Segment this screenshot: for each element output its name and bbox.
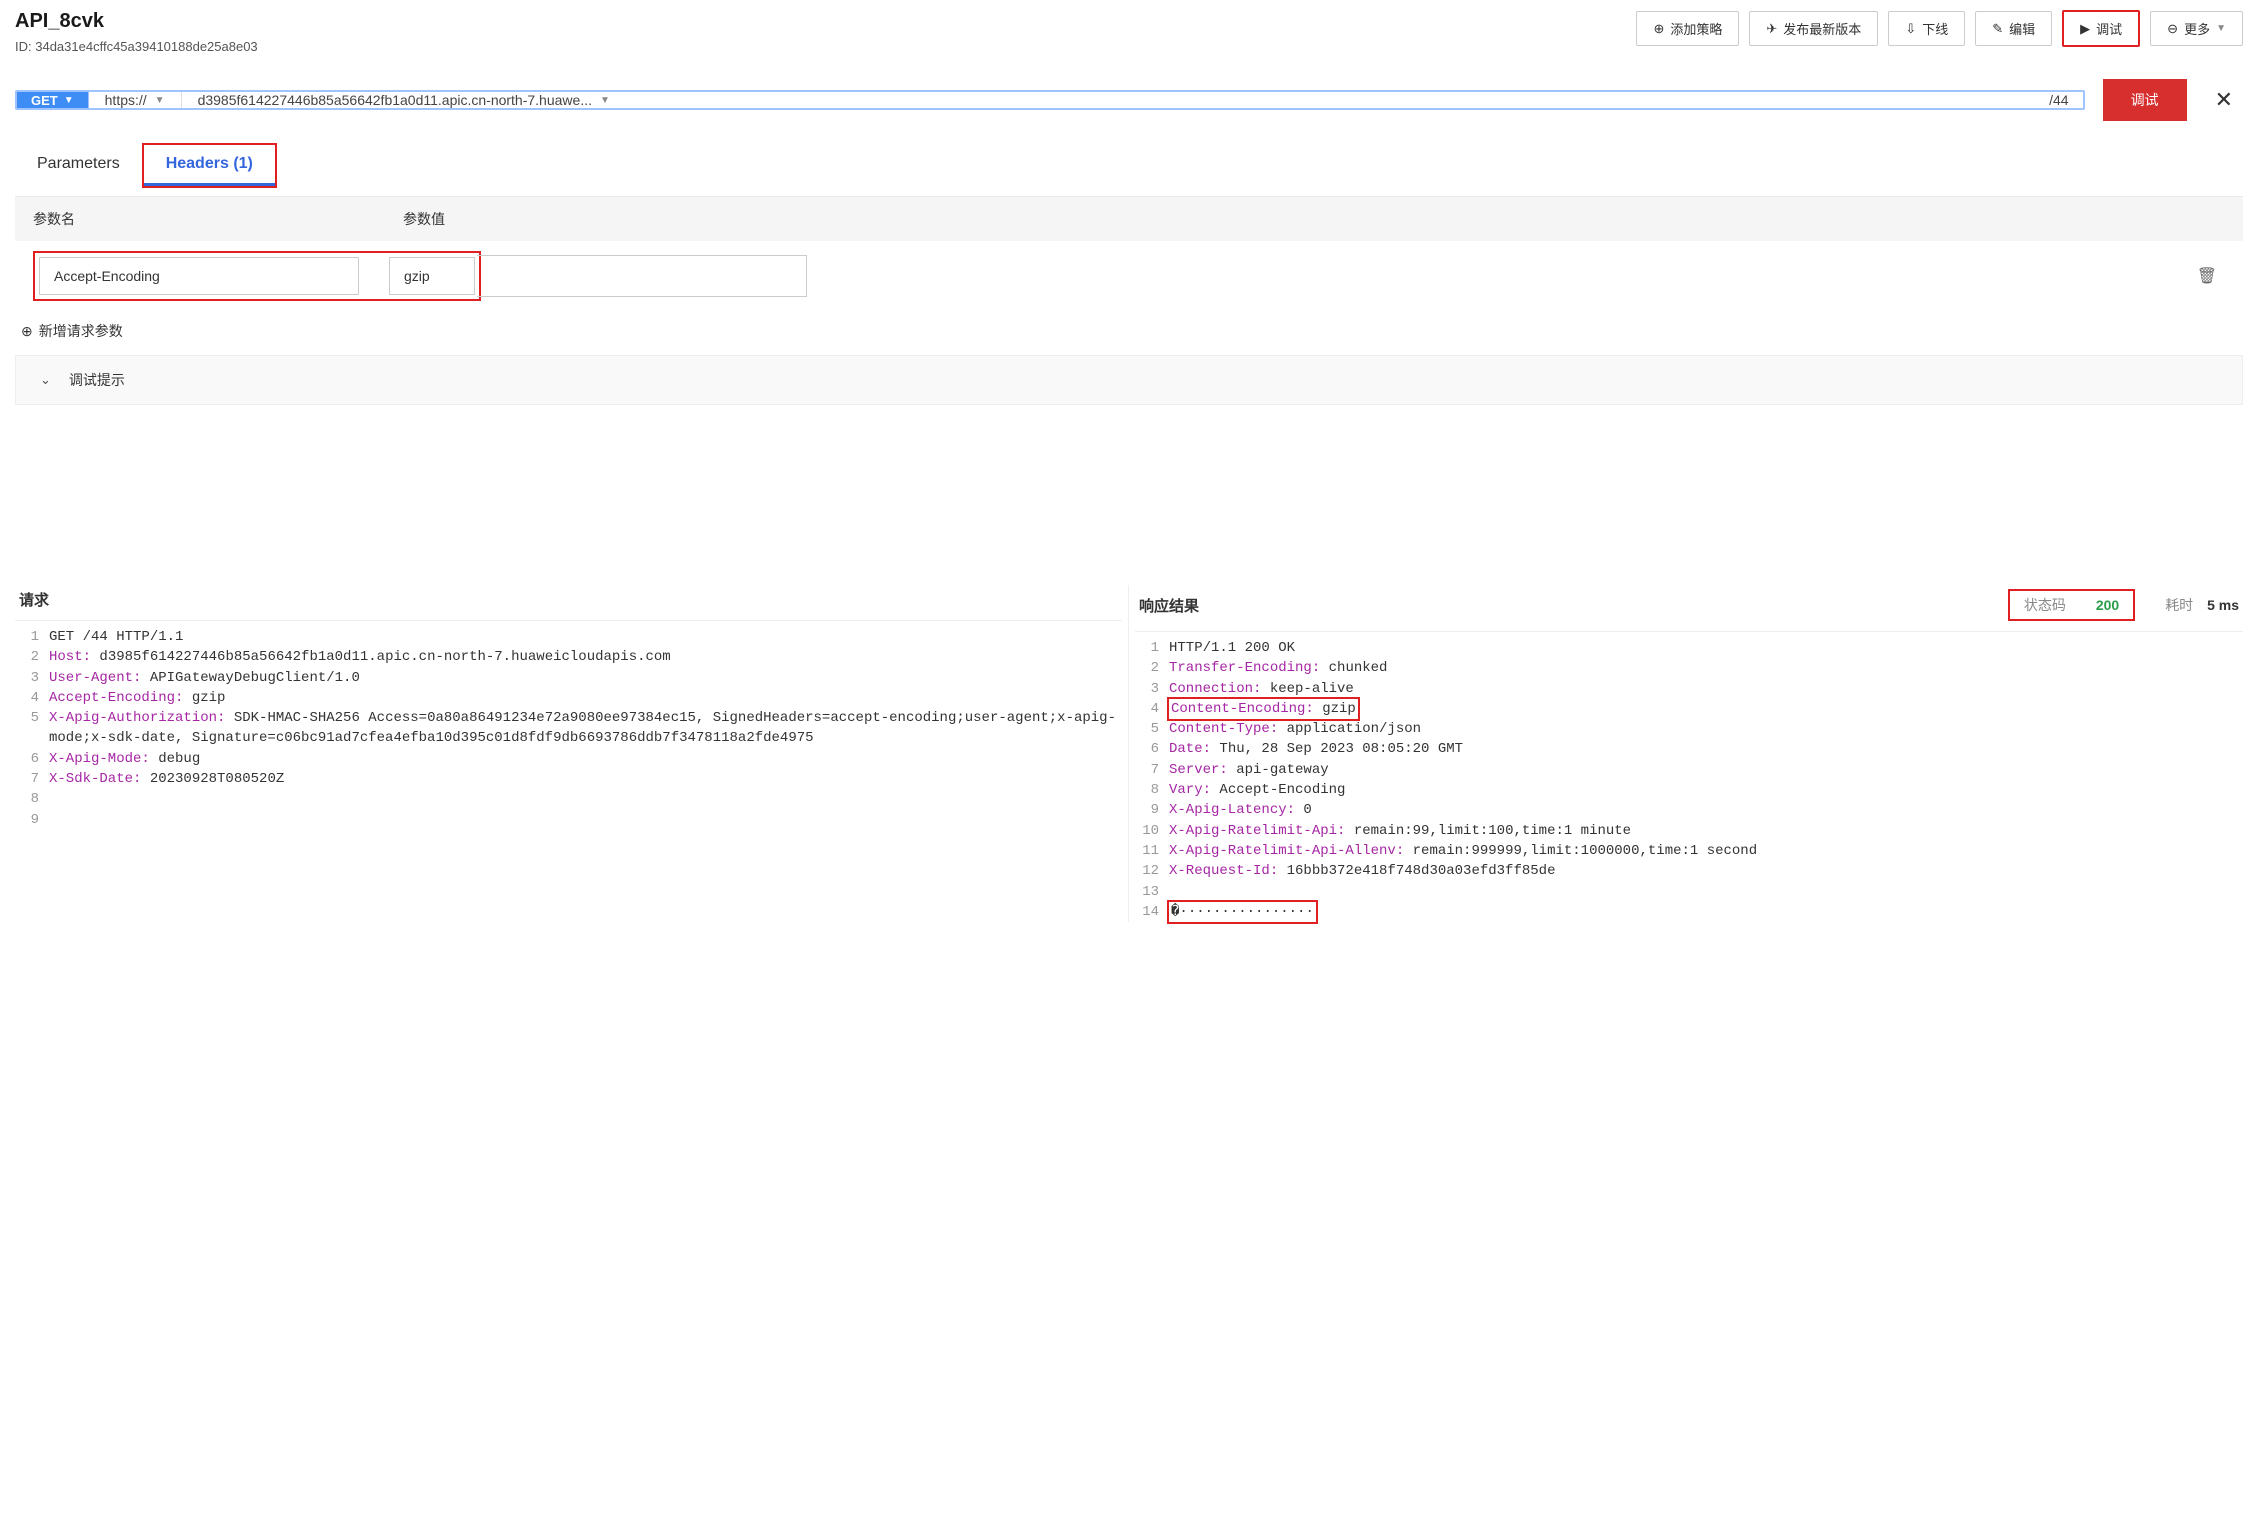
add-param-button[interactable]: ⊕ 新增请求参数 — [15, 311, 129, 351]
ellipsis-icon: ⊖ — [2167, 21, 2178, 37]
trash-icon[interactable]: 🗑 — [2189, 266, 2225, 286]
host-select[interactable]: d3985f614227446b85a56642fb1a0d11.apic.cn… — [182, 92, 2036, 108]
tab-parameters[interactable]: Parameters — [15, 145, 142, 186]
col-name-label: 参数名 — [33, 209, 403, 229]
download-icon: ⇩ — [1905, 21, 1916, 37]
run-debug-button[interactable]: 调试 — [2103, 79, 2187, 121]
tab-headers[interactable]: Headers (1) — [144, 145, 275, 186]
path-display: /44 — [2035, 92, 2082, 108]
response-meta: 状态码 200 耗时 5 ms — [2008, 589, 2239, 621]
request-url-bar: GET ▼ https:// ▼ d3985f614227446b85a5664… — [15, 90, 2085, 110]
latency-value: 5 ms — [2207, 597, 2239, 613]
scheme-select[interactable]: https:// ▼ — [89, 92, 182, 108]
offline-button[interactable]: ⇩ 下线 — [1888, 11, 1965, 46]
chevron-down-icon: ⌄ — [40, 372, 51, 388]
header-row: gzip 🗑 — [15, 241, 2243, 311]
status-code-label: 状态码 — [2024, 595, 2066, 615]
api-id: ID: 34da31e4cffc45a39410188de25a8e03 — [15, 39, 258, 54]
chevron-down-icon: ▼ — [2216, 23, 2226, 34]
request-body: 1GET /44 HTTP/1.12Host: d3985f614227446b… — [15, 621, 1122, 830]
header-actions: ⊕ 添加策略 ✈ 发布最新版本 ⇩ 下线 ✎ 编辑 ▶ 调试 ⊖ 更多 ▼ — [1636, 10, 2243, 47]
http-method-select[interactable]: GET ▼ — [17, 92, 89, 108]
chevron-down-icon: ▼ — [64, 95, 74, 106]
status-code: 200 — [2096, 597, 2119, 613]
pencil-icon: ✎ — [1992, 21, 2003, 37]
latency-label: 耗时 — [2165, 597, 2193, 613]
headers-table-header: 参数名 参数值 — [15, 196, 2243, 241]
plus-circle-icon: ⊕ — [21, 323, 33, 340]
chevron-down-icon: ▼ — [155, 95, 165, 106]
chevron-down-icon: ▼ — [600, 95, 610, 106]
debug-hint-panel[interactable]: ⌄ 调试提示 — [15, 355, 2243, 405]
edit-button[interactable]: ✎ 编辑 — [1975, 11, 2052, 46]
add-policy-button[interactable]: ⊕ 添加策略 — [1636, 11, 1739, 46]
response-body: 1HTTP/1.1 200 OK2Transfer-Encoding: chun… — [1135, 632, 2243, 922]
more-button[interactable]: ⊖ 更多 ▼ — [2150, 11, 2243, 46]
page-title: API_8cvk — [15, 10, 258, 33]
header-value-partial[interactable]: gzip — [404, 268, 430, 284]
debug-button[interactable]: ▶ 调试 — [2062, 10, 2140, 47]
plus-circle-icon: ⊕ — [1653, 21, 1664, 37]
col-value-label: 参数值 — [403, 209, 2225, 229]
hint-label: 调试提示 — [69, 370, 125, 390]
play-icon: ▶ — [2080, 21, 2090, 37]
request-panel-title: 请求 — [19, 589, 49, 610]
response-panel-title: 响应结果 — [1139, 595, 1199, 616]
close-icon[interactable]: ✕ — [2205, 87, 2243, 113]
header-name-input[interactable] — [39, 257, 359, 295]
publish-button[interactable]: ✈ 发布最新版本 — [1749, 11, 1878, 46]
paper-plane-icon: ✈ — [1766, 21, 1777, 37]
